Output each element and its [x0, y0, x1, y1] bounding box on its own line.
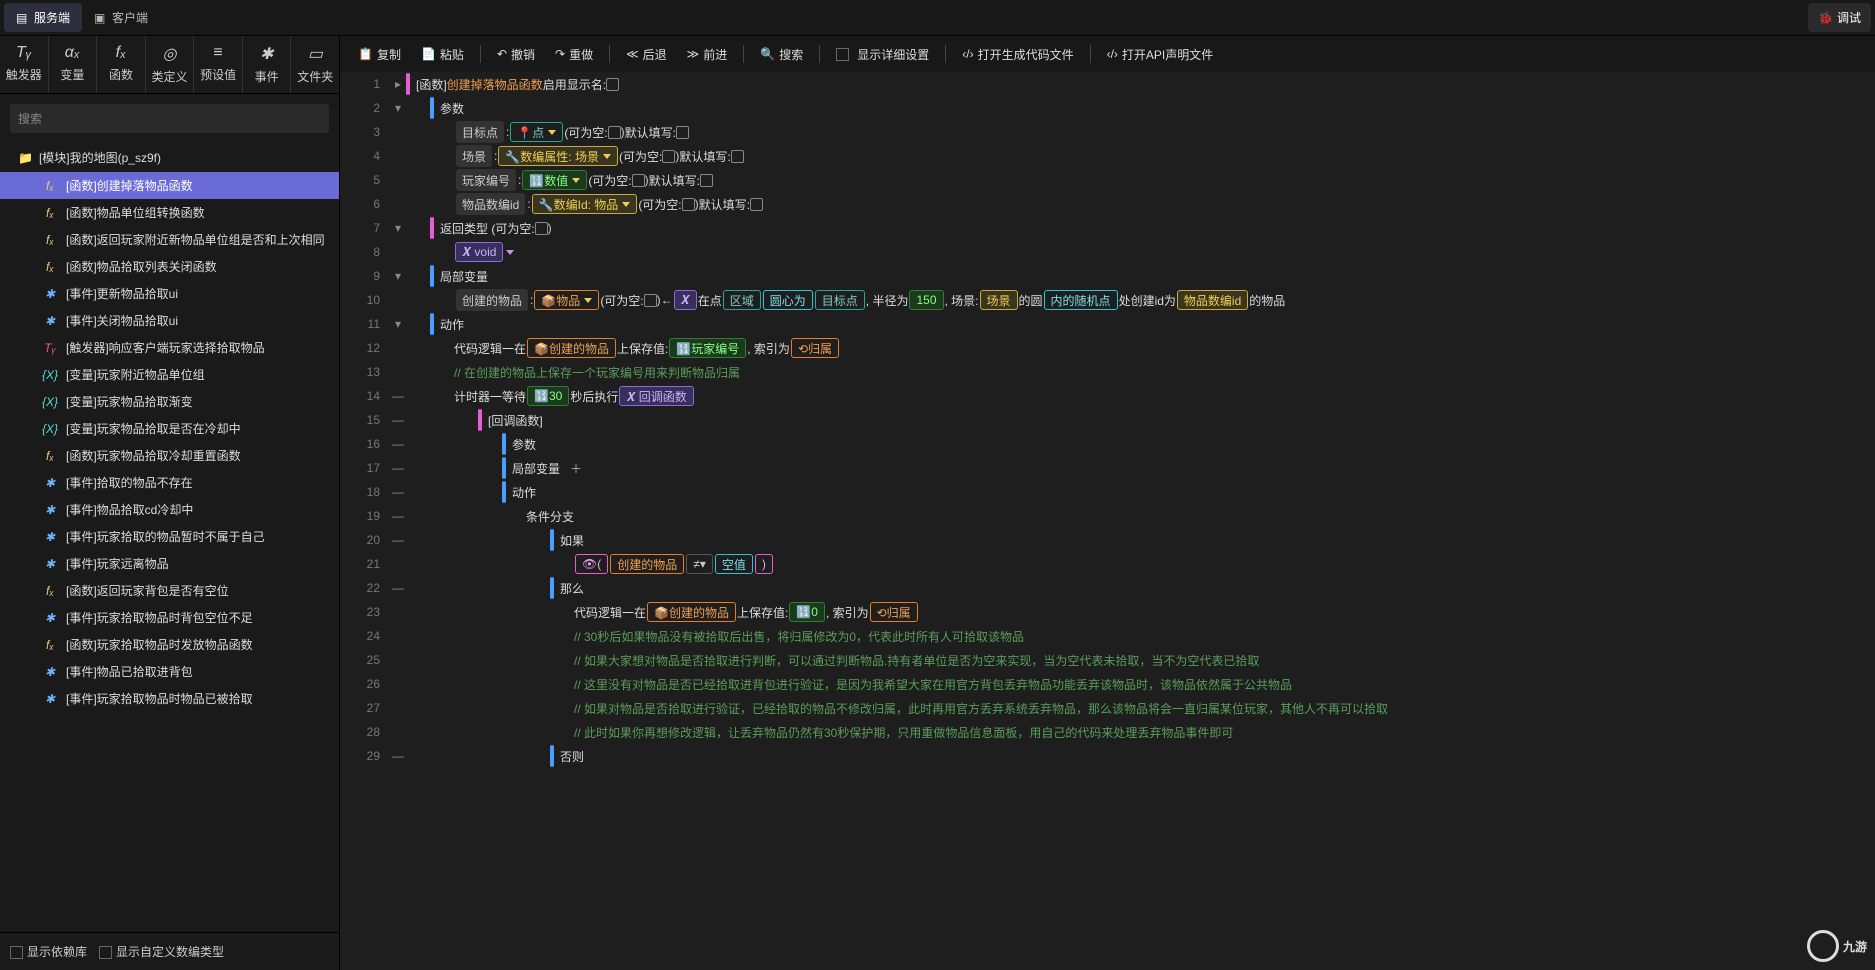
- tree-item[interactable]: {X}[变量]玩家附近物品单位组: [0, 361, 339, 388]
- tab-server[interactable]: ▤服务端: [4, 3, 82, 32]
- code-line[interactable]: 21👁(创建的物品≠▾空值): [340, 552, 1875, 576]
- tool-变量[interactable]: αₓ变量: [49, 36, 98, 93]
- paste-button[interactable]: 📄 粘贴: [411, 40, 474, 69]
- debug-button[interactable]: 🐞调试: [1808, 3, 1871, 32]
- code-line[interactable]: 14—计时器一等待🔢30秒后执行𝑿 回调函数: [340, 384, 1875, 408]
- code-line[interactable]: 29—否则: [340, 744, 1875, 768]
- code-line[interactable]: 4场景 : 🔧数编属性: 场景 (可为空:) 默认填写:: [340, 144, 1875, 168]
- tool-函数[interactable]: fₓ函数: [97, 36, 146, 93]
- code-line[interactable]: 28// 此时如果你再想修改逻辑，让丢弃物品仍然有30秒保护期，只用重做物品信息…: [340, 720, 1875, 744]
- cb-custom[interactable]: 显示自定义数编类型: [99, 943, 224, 960]
- api-button[interactable]: ‹/› 打开API声明文件: [1097, 40, 1224, 69]
- tree-item[interactable]: ✱[事件]玩家拾取的物品暂时不属于自己: [0, 523, 339, 550]
- tree-item[interactable]: Tᵧ[触发器]响应客户端玩家选择拾取物品: [0, 334, 339, 361]
- tool-类定义[interactable]: ◎类定义: [146, 36, 195, 93]
- tree-item[interactable]: ✱[事件]玩家拾取物品时物品已被拾取: [0, 685, 339, 712]
- tool-row: Tᵧ触发器αₓ变量fₓ函数◎类定义≡预设值✱事件▭文件夹: [0, 36, 339, 94]
- tab-client[interactable]: ▣客户端: [82, 3, 160, 32]
- tree-item[interactable]: {X}[变量]玩家物品拾取是否在冷却中: [0, 415, 339, 442]
- tree-item[interactable]: ✱[事件]玩家拾取物品时背包空位不足: [0, 604, 339, 631]
- code-line[interactable]: 7▾返回类型 (可为空: ): [340, 216, 1875, 240]
- code-line[interactable]: 25// 如果大家想对物品是否拾取进行判断，可以通过判断物品.持有者单位是否为空…: [340, 648, 1875, 672]
- back-button[interactable]: ≪ 后退: [616, 40, 677, 69]
- code-line[interactable]: 10创建的物品 : 📦物品 (可为空:) ← 𝑿在点区域圆心为目标点, 半径为1…: [340, 288, 1875, 312]
- code-line[interactable]: 11▾动作: [340, 312, 1875, 336]
- code-line[interactable]: 12代码逻辑一在📦创建的物品上保存值:🔢玩家编号, 索引为⟲归属: [340, 336, 1875, 360]
- tree-item[interactable]: fₓ[函数]返回玩家附近新物品单位组是否和上次相同: [0, 226, 339, 253]
- code-line[interactable]: 24// 30秒后如果物品没有被拾取后出售，将归属修改为0，代表此时所有人可拾取…: [340, 624, 1875, 648]
- code-line[interactable]: 9▾局部变量: [340, 264, 1875, 288]
- tool-触发器[interactable]: Tᵧ触发器: [0, 36, 49, 93]
- code-line[interactable]: 2▾参数: [340, 96, 1875, 120]
- tree-item[interactable]: fₓ[函数]物品单位组转换函数: [0, 199, 339, 226]
- tree-item[interactable]: ✱[事件]物品拾取cd冷却中: [0, 496, 339, 523]
- tree-item[interactable]: ✱[事件]更新物品拾取ui: [0, 280, 339, 307]
- tree-item[interactable]: fₓ[函数]物品拾取列表关闭函数: [0, 253, 339, 280]
- undo-button[interactable]: ↶ 撤销: [487, 40, 545, 69]
- code-line[interactable]: 1▸[函数] 创建掉落物品函数 启用显示名:: [340, 72, 1875, 96]
- tree-item[interactable]: ✱[事件]物品已拾取进背包: [0, 658, 339, 685]
- tool-文件夹[interactable]: ▭文件夹: [291, 36, 339, 93]
- code-line[interactable]: 16—参数: [340, 432, 1875, 456]
- code-line[interactable]: 20—如果: [340, 528, 1875, 552]
- watermark: 九游: [1807, 930, 1867, 962]
- tree-item[interactable]: fₓ[函数]创建掉落物品函数: [0, 172, 339, 199]
- copy-button[interactable]: 📋 复制: [348, 40, 411, 69]
- tree-item[interactable]: ✱[事件]玩家远离物品: [0, 550, 339, 577]
- tree-item[interactable]: {X}[变量]玩家物品拾取渐变: [0, 388, 339, 415]
- code-line[interactable]: 19—条件分支: [340, 504, 1875, 528]
- code-line[interactable]: 6物品数编id : 🔧数编Id: 物品 (可为空:) 默认填写:: [340, 192, 1875, 216]
- code-line[interactable]: 13// 在创建的物品上保存一个玩家编号用来判断物品归属: [340, 360, 1875, 384]
- tree-item[interactable]: fₓ[函数]返回玩家背包是否有空位: [0, 577, 339, 604]
- tree-item[interactable]: fₓ[函数]玩家物品拾取冷却重置函数: [0, 442, 339, 469]
- code-line[interactable]: 3目标点 : 📍点 (可为空:) 默认填写:: [340, 120, 1875, 144]
- search-button[interactable]: 🔍 搜索: [750, 40, 813, 69]
- tool-预设值[interactable]: ≡预设值: [194, 36, 243, 93]
- tool-事件[interactable]: ✱事件: [243, 36, 292, 93]
- code-line[interactable]: 26// 这里没有对物品是否已经拾取进背包进行验证，是因为我希望大家在用官方背包…: [340, 672, 1875, 696]
- tree-item[interactable]: ✱[事件]拾取的物品不存在: [0, 469, 339, 496]
- gen-button[interactable]: ‹/› 打开生成代码文件: [952, 40, 1083, 69]
- code-line[interactable]: 15—[回调函数]: [340, 408, 1875, 432]
- code-line[interactable]: 22—那么: [340, 576, 1875, 600]
- tree-item[interactable]: ✱[事件]关闭物品拾取ui: [0, 307, 339, 334]
- tree-root[interactable]: 📁 [模块]我的地图(p_sz9f): [0, 143, 339, 172]
- code-line[interactable]: 27// 如果对物品是否拾取进行验证，已经拾取的物品不修改归属，此时再用官方丢弃…: [340, 696, 1875, 720]
- tree-item[interactable]: fₓ[函数]玩家拾取物品时发放物品函数: [0, 631, 339, 658]
- fwd-button[interactable]: ≫ 前进: [677, 40, 738, 69]
- code-line[interactable]: 8𝑿 void: [340, 240, 1875, 264]
- code-line[interactable]: 23代码逻辑一在📦创建的物品上保存值:🔢0, 索引为⟲归属: [340, 600, 1875, 624]
- cb-deps[interactable]: 显示依赖库: [10, 943, 87, 960]
- redo-button[interactable]: ↷ 重做: [545, 40, 603, 69]
- code-line[interactable]: 18—动作: [340, 480, 1875, 504]
- code-line[interactable]: 5玩家编号 : 🔢数值 (可为空:) 默认填写:: [340, 168, 1875, 192]
- search-input[interactable]: 搜索: [10, 104, 329, 133]
- code-line[interactable]: 17—局部变量＋: [340, 456, 1875, 480]
- detail-toggle[interactable]: 显示详细设置: [826, 40, 939, 69]
